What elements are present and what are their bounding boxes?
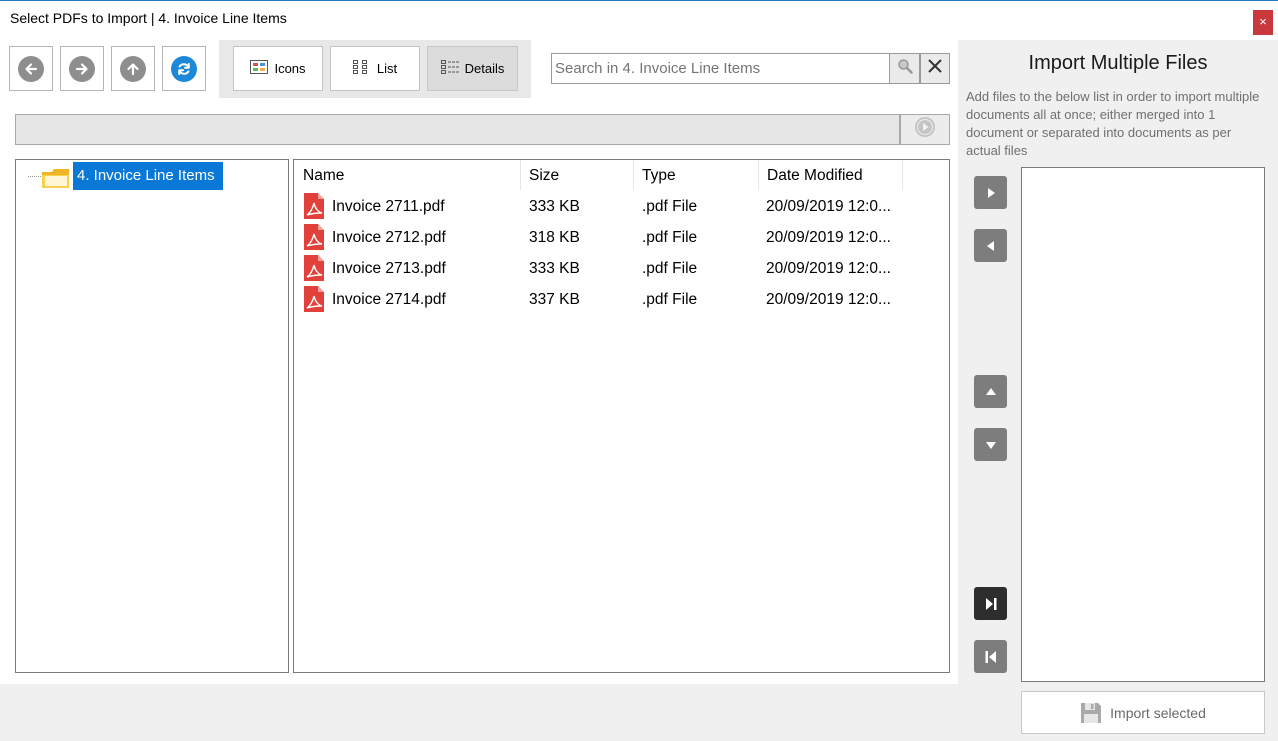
save-icon (1081, 702, 1102, 723)
file-date: 20/09/2019 12:0... (766, 291, 891, 308)
file-date: 20/09/2019 12:0... (766, 198, 891, 215)
file-type: .pdf File (642, 229, 698, 246)
skip-forward-icon (985, 597, 996, 610)
view-icons-button[interactable]: Icons (233, 46, 323, 91)
import-selected-button[interactable]: Import selected (1021, 691, 1265, 734)
file-name: Invoice 2712.pdf (332, 229, 446, 246)
list-view-icon (352, 60, 371, 77)
triangle-right-icon (987, 187, 995, 198)
back-button[interactable] (9, 46, 53, 91)
search-button[interactable] (889, 53, 920, 84)
details-view-icon (440, 60, 459, 77)
view-details-button[interactable]: Details (427, 46, 518, 91)
pdf-file-icon (304, 286, 324, 312)
panel-title: Import Multiple Files (1028, 52, 1208, 74)
remove-all-button[interactable] (974, 640, 1007, 673)
forward-button[interactable] (60, 46, 104, 91)
icons-view-icon (250, 60, 269, 77)
folder-tree[interactable] (15, 159, 289, 673)
tree-item-invoice-line-items[interactable]: 4. Invoice Line Items (73, 162, 223, 190)
window-title: Select PDFs to Import | 4. Invoice Line … (10, 10, 287, 26)
file-name: Invoice 2711.pdf (332, 198, 445, 215)
view-list-label: List (376, 61, 398, 76)
skip-back-icon (985, 650, 996, 663)
file-type: .pdf File (642, 291, 698, 308)
move-up-button[interactable] (974, 375, 1007, 408)
view-icons-label: Icons (274, 61, 306, 76)
move-down-button[interactable] (974, 428, 1007, 461)
tree-connector (28, 176, 41, 177)
folder-icon (41, 166, 71, 190)
close-button[interactable]: × (1253, 10, 1273, 35)
column-header-date-modified[interactable]: Date Modified (759, 160, 903, 190)
refresh-button[interactable] (162, 46, 206, 91)
file-type: .pdf File (642, 198, 698, 215)
remove-from-list-button[interactable] (974, 229, 1007, 262)
file-name: Invoice 2713.pdf (332, 260, 446, 277)
go-button[interactable] (900, 114, 950, 145)
import-selected-label: Import selected (1110, 704, 1206, 721)
back-arrow-icon (18, 55, 44, 82)
view-details-label: Details (464, 61, 505, 76)
play-icon (914, 116, 936, 143)
path-bar[interactable] (15, 114, 900, 145)
pdf-file-icon (304, 193, 324, 219)
close-icon (927, 58, 943, 79)
add-all-button[interactable] (974, 587, 1007, 620)
panel-description: Add files to the below list in order to … (966, 89, 1260, 158)
file-size: 333 KB (529, 260, 580, 277)
column-header-size[interactable]: Size (521, 160, 634, 190)
forward-arrow-icon (69, 55, 95, 82)
triangle-up-icon (985, 387, 996, 395)
add-to-list-button[interactable] (974, 176, 1007, 209)
column-header-name[interactable]: Name (295, 160, 521, 190)
file-size: 318 KB (529, 229, 580, 246)
file-size: 333 KB (529, 198, 580, 215)
up-arrow-icon (120, 55, 146, 82)
triangle-down-icon (985, 441, 996, 449)
pdf-file-icon (304, 224, 324, 250)
import-file-list[interactable] (1021, 167, 1265, 682)
triangle-left-icon (986, 240, 994, 251)
file-type: .pdf File (642, 260, 698, 277)
search-input[interactable] (551, 53, 890, 84)
view-list-button[interactable]: List (330, 46, 420, 91)
search-icon (897, 58, 913, 79)
clear-search-button[interactable] (920, 53, 950, 84)
up-button[interactable] (111, 46, 155, 91)
file-date: 20/09/2019 12:0... (766, 229, 891, 246)
pdf-file-icon (304, 255, 324, 281)
refresh-icon (171, 55, 197, 82)
column-header-type[interactable]: Type (634, 160, 759, 190)
file-size: 337 KB (529, 291, 580, 308)
file-name: Invoice 2714.pdf (332, 291, 446, 308)
file-date: 20/09/2019 12:0... (766, 260, 891, 277)
